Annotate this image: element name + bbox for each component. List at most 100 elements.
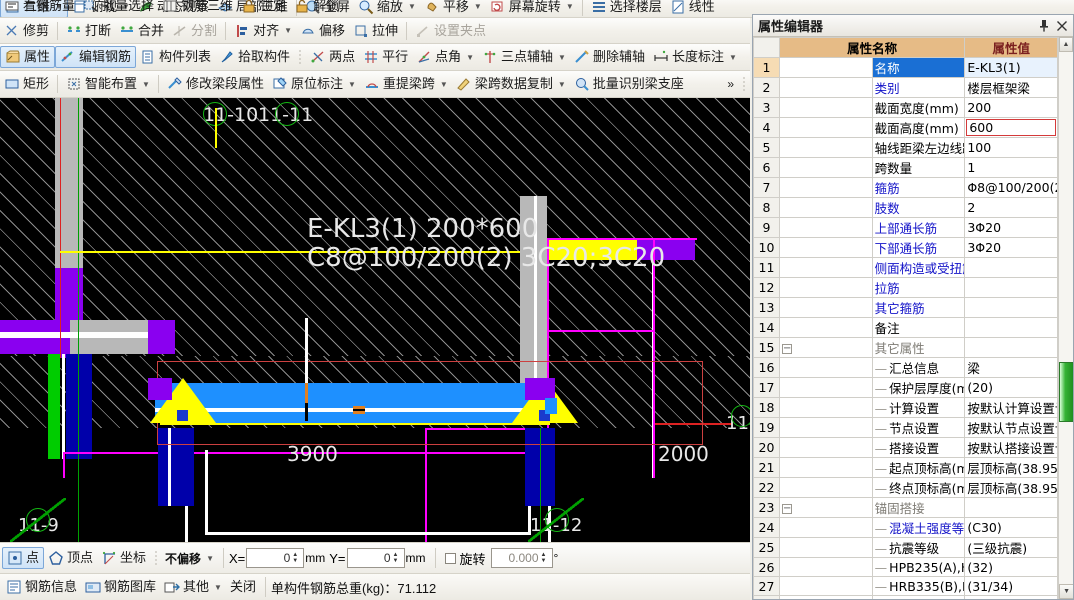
property-row[interactable]: 26 —HPB235(A),HPB3(32)	[753, 557, 1059, 577]
toolbar-button-offset-icon[interactable]: 偏移	[296, 20, 349, 42]
property-name-cell[interactable]: 锚固搭接	[871, 497, 966, 518]
header-name[interactable]: 属性名称	[778, 37, 966, 58]
property-row[interactable]: 1 名称 E-KL3(1)	[753, 57, 1059, 78]
toolbar-button-pick-component-icon[interactable]: 拾取构件	[215, 46, 294, 68]
toolbar-button-re-extract-span-icon[interactable]: 重提梁跨 ▼	[360, 73, 452, 95]
property-name-cell[interactable]: — 汇总信息	[871, 357, 966, 378]
property-row[interactable]: 7 箍筋 Φ8@100/200(2)	[753, 177, 1059, 198]
toolbar-button-rectangle-icon[interactable]: 矩形	[0, 73, 53, 95]
scroll-up-button[interactable]: ▲	[1059, 37, 1073, 52]
property-value-cell[interactable]: 按默认计算设置计算	[964, 397, 1059, 418]
toolbar-button-properties-icon[interactable]: 属性	[0, 46, 56, 68]
rotate-checkbox[interactable]	[444, 552, 456, 564]
property-value-cell[interactable]: 600	[964, 117, 1059, 138]
property-row[interactable]: 12 拉筋	[753, 277, 1059, 298]
property-value-cell[interactable]: 2	[964, 197, 1059, 218]
property-row[interactable]: 8 肢数 2	[753, 197, 1059, 218]
chevron-down-icon[interactable]: ▼	[466, 53, 474, 62]
toolbar-button-view-rebar-qty-icon[interactable]: 看钢筋量	[0, 0, 79, 17]
property-value-cell[interactable]	[964, 257, 1059, 278]
toolbar-button-stretch-icon[interactable]: 拉伸	[349, 20, 402, 42]
toolbar-button-two-point-icon[interactable]: 两点	[306, 46, 359, 68]
property-name-cell[interactable]: 下部通长筋	[871, 237, 966, 258]
property-value-cell[interactable]	[964, 497, 1059, 518]
property-name-cell[interactable]: 名称	[871, 57, 966, 78]
toolbar-button-smart-layout-icon[interactable]: 智能布置 ▼	[62, 73, 154, 95]
pin-icon[interactable]	[1035, 17, 1053, 35]
property-value-cell[interactable]: 层顶标高(38.95)	[964, 457, 1059, 478]
property-row[interactable]: 10 下部通长筋 3Φ20	[753, 237, 1059, 258]
y-coord-input-spinner[interactable]: ▲ ▼	[393, 552, 402, 564]
modify-toolbar[interactable]: 修剪 打断 合并 分割 对齐 ▼ 偏移 拉伸 设置夹点	[0, 18, 750, 44]
property-table[interactable]: 属性名称 属性值 1 名称 E-KL3(1) 2 类别 楼层框架梁 3 截面宽度(mm) 200 4 截…	[753, 37, 1059, 599]
toolbar-button-snap-vertex-icon[interactable]: 顶点	[44, 547, 97, 569]
property-name-cell[interactable]: 肢数	[871, 197, 966, 218]
property-row[interactable]: 21 —起点顶标高(m)层顶标高(38.95)	[753, 457, 1059, 478]
property-value-cell[interactable]: 200	[964, 97, 1059, 118]
property-row[interactable]: 20—搭接设置按默认搭接设置计算	[753, 437, 1059, 458]
chevron-down-icon[interactable]: ▼	[142, 80, 150, 89]
property-row[interactable]: 28 —HRB400(C),HRB4(37/41)	[753, 595, 1059, 599]
property-name-cell[interactable]: —终点顶标高(m)	[871, 477, 966, 498]
chevron-down-icon[interactable]: ▼	[558, 53, 566, 62]
chevron-down-icon[interactable]: ▼	[729, 53, 737, 62]
chevron-down-icon[interactable]: ▼	[348, 80, 356, 89]
rotate-spinner[interactable]: ▲ ▼	[541, 552, 550, 564]
toolbar-button-trim-icon[interactable]: 修剪	[0, 20, 53, 42]
property-value-cell[interactable]: (三级抗震)	[964, 537, 1059, 558]
property-value-cell[interactable]: 按默认节点设置计算	[964, 417, 1059, 438]
property-name-cell[interactable]: 拉筋	[871, 277, 966, 298]
property-row[interactable]: 27 —HRB335(B),HRB3(31/34)	[753, 576, 1059, 596]
property-value-cell[interactable]	[964, 297, 1059, 318]
property-value-cell[interactable]: 按默认搭接设置计算	[964, 437, 1059, 458]
property-value-editor[interactable]: 600	[966, 119, 1057, 136]
beam-toolbar[interactable]: 矩形 智能布置 ▼ 修改梁段属性 原位标注 ▼ 重提梁跨 ▼ 梁跨数据复制 ▼ 批量识别梁支座 »	[0, 71, 750, 98]
property-name-cell[interactable]: 其它属性	[871, 337, 966, 358]
chevron-down-icon[interactable]: ▼	[214, 583, 222, 592]
toolbar-button-copy-span-data-icon[interactable]: 梁跨数据复制 ▼	[452, 73, 570, 95]
rebar-toolbar[interactable]: 看钢筋量 批量选择 钢筋三维 锁定 解锁	[0, 0, 750, 18]
property-value-cell[interactable]: (C30)	[964, 517, 1059, 538]
toolbar-button-merge-icon[interactable]: 合并	[115, 20, 168, 42]
toolbar-button-three-point-aux-axis-icon[interactable]: 三点辅轴 ▼	[478, 46, 570, 68]
property-row[interactable]: 2 类别 楼层框架梁	[753, 77, 1059, 98]
property-row[interactable]: 19—节点设置按默认节点设置计算	[753, 417, 1059, 438]
property-row[interactable]: 14 备注	[753, 317, 1059, 338]
property-value-cell[interactable]: 100	[964, 137, 1059, 158]
toolbar-button-snap-coord-icon[interactable]: 坐标	[97, 547, 150, 569]
toolbar-button-关闭[interactable]: 关闭	[226, 576, 260, 598]
toolbar-overflow-button[interactable]: »	[723, 73, 738, 95]
property-value-cell[interactable]: 3Φ20	[964, 237, 1059, 258]
property-name-cell[interactable]: — 节点设置	[871, 417, 966, 438]
property-name-cell[interactable]: — 搭接设置	[871, 437, 966, 458]
property-value-cell[interactable]: (20)	[964, 377, 1059, 398]
toolbar-button-length-dim-icon[interactable]: 长度标注 ▼	[649, 46, 741, 68]
property-name-cell[interactable]: 其它箍筋	[871, 297, 966, 318]
toolbar-button-rebar-3d-icon[interactable]: 钢筋三维	[158, 0, 237, 17]
property-value-cell[interactable]: 3Φ20	[964, 217, 1059, 238]
property-editor-panel[interactable]: 属性编辑器 属性名称 属性值 1 名称 E-KL3(1) 2 类别 楼层框架梁 3 截面宽度(mm…	[752, 14, 1074, 600]
property-name-cell[interactable]: —起点顶标高(m)	[871, 457, 966, 478]
header-value[interactable]: 属性值	[964, 37, 1059, 58]
property-name-cell[interactable]: 上部通长筋	[871, 217, 966, 238]
rotate-input[interactable]: 0.000 ▲ ▼	[490, 548, 553, 568]
toolbar-button-component-list-icon[interactable]: 构件列表	[136, 46, 215, 68]
property-scrollbar[interactable]: ▲ ▼	[1058, 37, 1073, 599]
property-value-cell[interactable]: 1	[964, 157, 1059, 178]
property-row[interactable]: 5 轴线距梁左边线距 100	[753, 137, 1059, 158]
property-row[interactable]: 9 上部通长筋 3Φ20	[753, 217, 1059, 238]
scroll-down-button[interactable]: ▼	[1059, 584, 1073, 599]
property-value-cell[interactable]: (32)	[964, 557, 1059, 577]
toolbar-button-batch-select-icon[interactable]: 批量选择	[79, 0, 158, 17]
toolbar-button-split-icon[interactable]: 分割	[168, 20, 221, 42]
property-value-cell[interactable]	[964, 317, 1059, 338]
draw-toolbar[interactable]: 属性 编辑钢筋 构件列表 拾取构件 两点 平行 点角 ▼ 三点辅轴 ▼ 删除辅轴 长度标注 ▼	[0, 44, 750, 71]
property-row[interactable]: 23− 锚固搭接	[753, 497, 1059, 518]
property-value-cell[interactable]: 层顶标高(38.95)	[964, 477, 1059, 498]
toolbar-button-unlock-icon[interactable]: 解锁	[290, 0, 343, 17]
property-name-cell[interactable]: —HRB400(C),HRB4	[871, 595, 966, 599]
toolbar-button-set-grip-icon[interactable]: 设置夹点	[411, 20, 490, 42]
property-row[interactable]: 22 —终点顶标高(m)层顶标高(38.95)	[753, 477, 1059, 498]
property-name-cell[interactable]: 箍筋	[871, 177, 966, 198]
property-row[interactable]: 18—计算设置按默认计算设置计算	[753, 397, 1059, 418]
